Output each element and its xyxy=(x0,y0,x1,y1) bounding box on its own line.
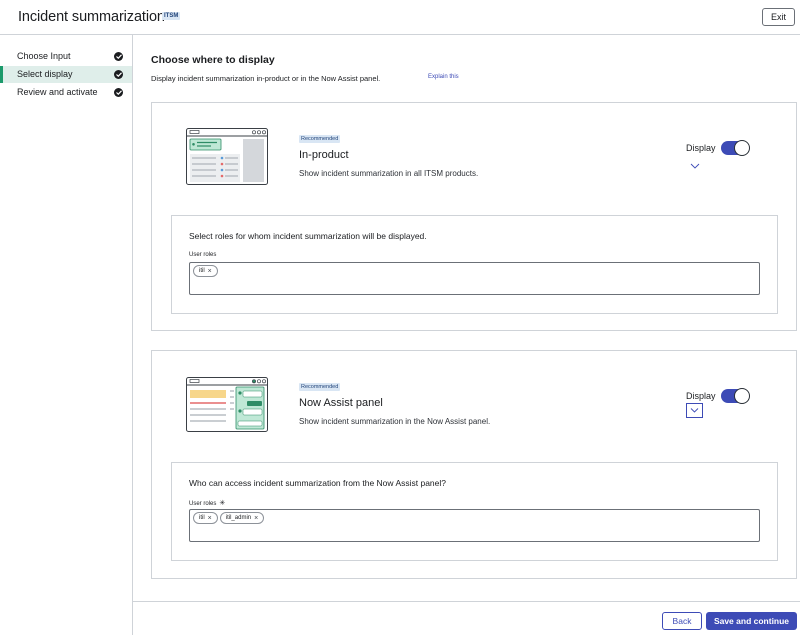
in-product-option-card: Recommended In-product Show incident sum… xyxy=(151,102,797,331)
step-review-and-activate[interactable]: Review and activate xyxy=(0,84,132,101)
step-select-display[interactable]: Select display xyxy=(0,66,132,83)
user-roles-input[interactable]: itil × itil_admin × xyxy=(189,509,760,542)
roles-heading: Who can access incident summarization fr… xyxy=(189,478,447,488)
page-title: Incident summarization xyxy=(18,9,165,25)
back-button[interactable]: Back xyxy=(662,612,702,630)
expand-button[interactable] xyxy=(686,403,703,418)
check-circle-icon xyxy=(114,88,123,97)
now-assist-display-toggle[interactable] xyxy=(721,388,750,404)
display-toggle-label: Display xyxy=(686,391,716,401)
recommended-badge: Recommended xyxy=(299,383,341,391)
check-circle-icon xyxy=(114,70,123,79)
role-chips: itil × itil_admin × xyxy=(193,512,265,524)
role-chips: itil × xyxy=(193,265,218,277)
step-label: Review and activate xyxy=(17,87,98,97)
remove-chip-icon[interactable]: × xyxy=(208,515,212,522)
explain-this-link[interactable]: Explain this xyxy=(428,74,459,80)
recommended-badge: Recommended xyxy=(299,135,341,143)
in-product-illustration-icon xyxy=(186,128,268,185)
display-toggle-label: Display xyxy=(686,143,716,153)
user-roles-label: User roles xyxy=(189,252,217,258)
step-label: Choose Input xyxy=(17,51,71,61)
role-chip: itil × xyxy=(193,265,218,277)
itsm-badge: ITSM xyxy=(162,12,181,20)
role-chip-label: itil xyxy=(199,268,205,274)
chevron-down-icon[interactable] xyxy=(688,161,702,171)
step-label: Select display xyxy=(17,69,73,79)
toggle-knob xyxy=(734,388,750,404)
now-assist-roles-panel: Who can access incident summarization fr… xyxy=(171,462,778,561)
in-product-roles-panel: Select roles for whom incident summariza… xyxy=(171,215,778,314)
chevron-down-icon xyxy=(690,408,699,413)
role-chip: itil × xyxy=(193,512,218,524)
footer-bar: Back Save and continue xyxy=(133,601,800,635)
required-asterisk-icon: ✳ xyxy=(219,500,226,507)
option-title: In-product xyxy=(299,149,349,161)
wizard-steps-sidebar: Choose Input Select display Review and a… xyxy=(0,35,133,635)
roles-heading: Select roles for whom incident summariza… xyxy=(189,231,427,241)
user-roles-input[interactable]: itil × xyxy=(189,262,760,295)
check-circle-icon xyxy=(114,52,123,61)
in-product-display-toggle[interactable] xyxy=(721,140,750,156)
section-subtitle: Display incident summarization in-produc… xyxy=(151,74,381,83)
main-content: Choose where to display Display incident… xyxy=(133,35,800,601)
option-title: Now Assist panel xyxy=(299,397,383,409)
step-choose-input[interactable]: Choose Input xyxy=(0,48,132,65)
toggle-knob xyxy=(734,140,750,156)
remove-chip-icon[interactable]: × xyxy=(208,268,212,275)
section-title: Choose where to display xyxy=(151,54,275,66)
remove-chip-icon[interactable]: × xyxy=(254,515,258,522)
role-chip-label: itil xyxy=(199,515,205,521)
now-assist-panel-option-card: Recommended Now Assist panel Show incide… xyxy=(151,350,797,579)
save-and-continue-button[interactable]: Save and continue xyxy=(706,612,797,630)
role-chip-label: itil_admin xyxy=(225,515,252,521)
role-chip: itil_admin × xyxy=(219,512,265,524)
user-roles-label: User roles ✳ xyxy=(189,499,225,507)
user-roles-label-text: User roles xyxy=(189,501,217,507)
exit-button[interactable]: Exit xyxy=(762,8,795,26)
option-description: Show incident summarization in the Now A… xyxy=(299,417,491,426)
top-header: Incident summarization ITSM Exit xyxy=(0,0,800,35)
option-description: Show incident summarization in all ITSM … xyxy=(299,169,479,178)
now-assist-panel-illustration-icon xyxy=(186,377,268,432)
